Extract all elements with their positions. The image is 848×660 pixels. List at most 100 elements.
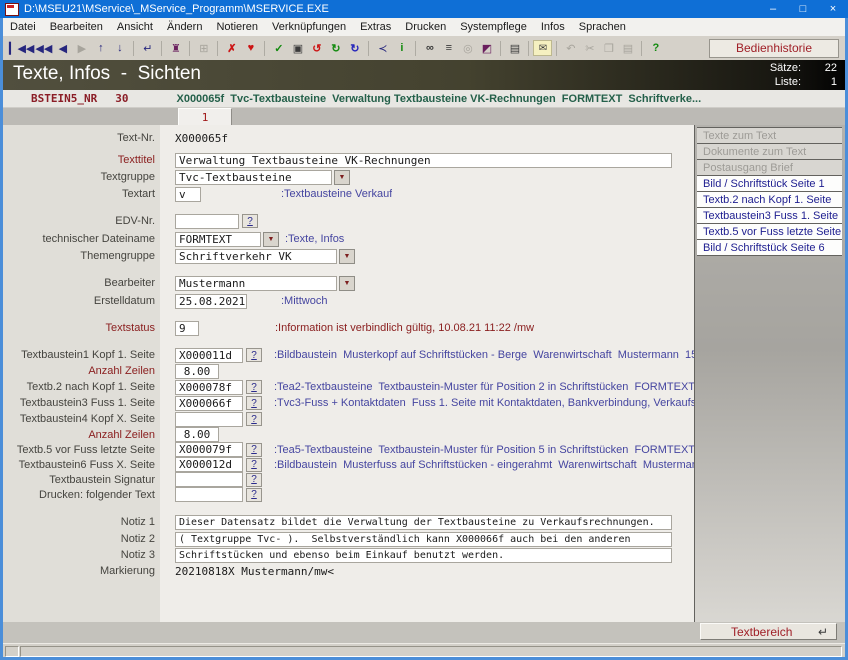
chevron-down-icon[interactable]: ▼ bbox=[339, 249, 355, 264]
chevron-down-icon[interactable]: ▼ bbox=[339, 276, 355, 291]
undo-icon[interactable]: ↶ bbox=[561, 38, 580, 58]
form-window-icon[interactable]: ▣ bbox=[288, 38, 307, 58]
textart-input[interactable]: v bbox=[175, 187, 201, 202]
fast-rewind-icon[interactable]: ◀◀ bbox=[34, 38, 53, 58]
list-icon[interactable]: ≡ bbox=[439, 38, 458, 58]
textbaustein4-input[interactable] bbox=[175, 412, 243, 427]
palette-icon[interactable]: ◩ bbox=[477, 38, 496, 58]
field-row-notiz2: Notiz 2 ( Textgruppe Tvc- ). Selbstverst… bbox=[3, 531, 694, 547]
up-icon[interactable]: ↑ bbox=[91, 38, 110, 58]
delete-icon[interactable]: ✗ bbox=[222, 38, 241, 58]
envelope-icon[interactable]: ✉ bbox=[533, 40, 552, 56]
texttitel-input[interactable]: Verwaltung Textbausteine VK-Rechnungen bbox=[175, 153, 672, 168]
signatur-input[interactable] bbox=[175, 472, 243, 487]
drucken-text-input[interactable] bbox=[175, 487, 243, 502]
textbaustein1-input[interactable]: X000011d bbox=[175, 348, 243, 363]
textgruppe-input[interactable]: Tvc-Textbausteine bbox=[175, 170, 332, 185]
help-lookup-icon[interactable]: ? bbox=[246, 443, 262, 457]
notiz1-input[interactable]: Dieser Datensatz bildet die Verwaltung d… bbox=[175, 515, 672, 530]
bedienhistorie-button[interactable]: Bedienhistorie bbox=[709, 39, 839, 58]
stamp-icon[interactable]: ♜ bbox=[166, 38, 185, 58]
dateiname-note: :Texte, Infos bbox=[285, 233, 344, 245]
sidebar-item-dokumente-zum-text[interactable]: Dokumente zum Text bbox=[697, 144, 842, 160]
tab-1[interactable]: 1 bbox=[178, 108, 232, 125]
sidebar-item-textb5-vor-fuss[interactable]: Textb.5 vor Fuss letzte Seite bbox=[697, 224, 842, 240]
textbereich-button[interactable]: Textbereich ↵ bbox=[700, 623, 837, 640]
chevron-down-icon[interactable]: ▼ bbox=[263, 232, 279, 247]
menu-datei[interactable]: Datei bbox=[3, 21, 43, 33]
help-lookup-icon[interactable]: ? bbox=[246, 473, 262, 487]
next-record-icon[interactable]: ▶ bbox=[72, 38, 91, 58]
menu-ansicht[interactable]: Ansicht bbox=[110, 21, 160, 33]
eye-icon[interactable]: ◎ bbox=[458, 38, 477, 58]
paste-icon[interactable]: ▤ bbox=[618, 38, 637, 58]
anzahl-zeilen-input[interactable]: 8.00 bbox=[175, 364, 219, 379]
textbaustein5-input[interactable]: X000079f bbox=[175, 442, 243, 457]
sidebar-item-bild-seite-6[interactable]: Bild / Schriftstück Seite 6 bbox=[697, 240, 842, 256]
textbaustein3-label: Textbaustein3 Fuss 1. Seite bbox=[3, 397, 155, 409]
dateiname-input[interactable]: FORMTEXT bbox=[175, 232, 261, 247]
textbaustein3-input[interactable]: X000066f bbox=[175, 396, 243, 411]
menu-systempflege[interactable]: Systempflege bbox=[453, 21, 534, 33]
heart-icon[interactable]: ♥ bbox=[241, 38, 260, 58]
field-row-bearbeiter: Bearbeiter Mustermann ▼ bbox=[3, 275, 694, 291]
menu-aendern[interactable]: Ändern bbox=[160, 21, 209, 33]
help-lookup-icon[interactable]: ? bbox=[246, 412, 262, 426]
down-icon[interactable]: ↓ bbox=[110, 38, 129, 58]
enter-icon: ↵ bbox=[818, 625, 828, 639]
textstatus-input[interactable]: 9 bbox=[175, 321, 199, 336]
undo-red-icon[interactable]: ↺ bbox=[307, 38, 326, 58]
help-lookup-icon[interactable]: ? bbox=[246, 348, 262, 362]
redo-blue-icon[interactable]: ↻ bbox=[345, 38, 364, 58]
minimize-button[interactable]: – bbox=[758, 0, 788, 18]
menu-drucken[interactable]: Drucken bbox=[398, 21, 453, 33]
edv-nr-input[interactable] bbox=[175, 214, 239, 229]
bearbeiter-input[interactable]: Mustermann bbox=[175, 276, 337, 291]
notiz3-input[interactable]: Schriftstücken und ebenso beim Einkauf b… bbox=[175, 548, 672, 563]
menu-sprachen[interactable]: Sprachen bbox=[572, 21, 633, 33]
maximize-button[interactable]: □ bbox=[788, 0, 818, 18]
sidebar-item-postausgang-brief[interactable]: Postausgang Brief bbox=[697, 160, 842, 176]
sidebar-item-textbaustein3-fuss[interactable]: Textbaustein3 Fuss 1. Seite bbox=[697, 208, 842, 224]
link-icon[interactable]: ⊞ bbox=[194, 38, 213, 58]
first-record-icon[interactable]: ▎◀◀ bbox=[9, 38, 34, 58]
menu-verknuepfungen[interactable]: Verknüpfungen bbox=[265, 21, 353, 33]
sidebar-item-textb2-nach-kopf[interactable]: Textb.2 nach Kopf 1. Seite bbox=[697, 192, 842, 208]
menu-bearbeiten[interactable]: Bearbeiten bbox=[43, 21, 110, 33]
help-icon[interactable]: ? bbox=[646, 38, 665, 58]
binoculars-icon[interactable]: ∞ bbox=[420, 38, 439, 58]
scissors-icon[interactable]: ✂ bbox=[580, 38, 599, 58]
notiz2-input[interactable]: ( Textgruppe Tvc- ). Selbstverständlich … bbox=[175, 532, 672, 547]
copy-icon[interactable]: ❐ bbox=[599, 38, 618, 58]
menu-notieren[interactable]: Notieren bbox=[209, 21, 265, 33]
menu-infos[interactable]: Infos bbox=[534, 21, 572, 33]
help-lookup-icon[interactable]: ? bbox=[246, 458, 262, 472]
sidebar-item-texte-zum-text[interactable]: Texte zum Text bbox=[697, 128, 842, 144]
enter-icon[interactable]: ↵ bbox=[138, 38, 157, 58]
printer-icon[interactable]: ▤ bbox=[505, 38, 524, 58]
close-button[interactable]: × bbox=[818, 0, 848, 18]
erstelldatum-input[interactable]: 25.08.2021 bbox=[175, 294, 247, 309]
info-icon[interactable]: i bbox=[392, 38, 411, 58]
themengruppe-input[interactable]: Schriftverkehr VK bbox=[175, 249, 337, 264]
check-icon[interactable]: ✓ bbox=[269, 38, 288, 58]
anzahl-zeilen-input[interactable]: 8.00 bbox=[175, 427, 219, 442]
chevron-down-icon[interactable]: ▼ bbox=[334, 170, 350, 185]
branch-icon[interactable]: ≺ bbox=[373, 38, 392, 58]
help-lookup-icon[interactable]: ? bbox=[242, 214, 258, 228]
help-lookup-icon[interactable]: ? bbox=[246, 396, 262, 410]
sidebar-item-bild-seite-1[interactable]: Bild / Schriftstück Seite 1 bbox=[697, 176, 842, 192]
help-lookup-icon[interactable]: ? bbox=[246, 380, 262, 394]
field-row-erstelldatum: Erstelldatum 25.08.2021 :Mittwoch bbox=[3, 293, 694, 309]
textbaustein2-input[interactable]: X000078f bbox=[175, 380, 243, 395]
textbaustein6-input[interactable]: X000012d bbox=[175, 457, 243, 472]
textart-label: Textart bbox=[3, 188, 155, 200]
help-lookup-icon[interactable]: ? bbox=[246, 488, 262, 502]
menu-extras[interactable]: Extras bbox=[353, 21, 398, 33]
text-nr-label: Text-Nr. bbox=[3, 132, 155, 144]
previous-record-icon[interactable]: ◀ bbox=[53, 38, 72, 58]
notiz3-label: Notiz 3 bbox=[3, 549, 155, 561]
field-row-textbaustein1: Textbaustein1 Kopf 1. Seite X000011d ? :… bbox=[3, 347, 694, 363]
redo-green-icon[interactable]: ↻ bbox=[326, 38, 345, 58]
textbaustein6-note: :Bildbaustein Musterfuss auf Schriftstüc… bbox=[274, 459, 728, 471]
